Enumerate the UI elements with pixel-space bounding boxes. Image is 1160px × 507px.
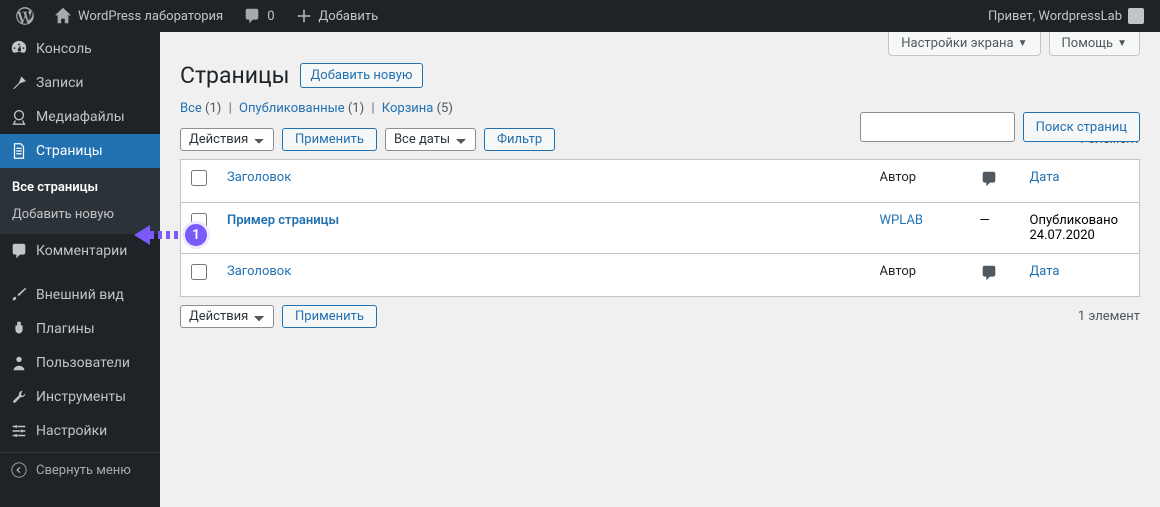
comment-icon: [243, 7, 261, 25]
sidebar-item-pages[interactable]: Страницы: [0, 134, 160, 168]
filter-trash-count: (5): [437, 101, 453, 116]
col-title-header[interactable]: Заголовок: [217, 160, 870, 203]
user-greeting[interactable]: Привет, WordpressLab: [980, 0, 1152, 32]
col-author-footer[interactable]: Автор: [870, 254, 970, 297]
site-name-link[interactable]: WordPress лаборатория: [46, 0, 231, 32]
arrow-left-icon: [134, 223, 184, 247]
sidebar-item-label: Комментарии: [36, 243, 127, 259]
sidebar-item-tools[interactable]: Инструменты: [0, 380, 160, 414]
wp-logo[interactable]: [8, 0, 42, 32]
annotation-pointer: 1: [134, 221, 210, 249]
admin-sidebar: Консоль Записи Медиафайлы Страницы Все с…: [0, 32, 160, 507]
row-date: Опубликовано 24.07.2020: [1020, 203, 1140, 254]
help-button[interactable]: Помощь ▼: [1049, 32, 1140, 56]
screen-options-button[interactable]: Настройки экрана ▼: [888, 32, 1040, 56]
comments-link[interactable]: 0: [235, 0, 282, 32]
search-button[interactable]: Поиск страниц: [1023, 112, 1140, 142]
bulk-actions-select-bottom[interactable]: Действия: [180, 305, 274, 328]
collapse-label: Свернуть меню: [36, 463, 131, 478]
sidebar-item-label: Медиафайлы: [36, 109, 125, 125]
sidebar-item-posts[interactable]: Записи: [0, 66, 160, 100]
home-icon: [54, 7, 72, 25]
brush-icon: [10, 286, 28, 304]
page-title: Страницы: [180, 62, 290, 89]
sidebar-item-label: Внешний вид: [36, 287, 124, 303]
sidebar-item-settings[interactable]: Настройки: [0, 414, 160, 448]
filter-all[interactable]: Все: [180, 101, 202, 116]
comments-count: 0: [267, 9, 274, 24]
col-date-footer[interactable]: Дата: [1020, 254, 1140, 297]
user-icon: [10, 354, 28, 372]
row-title-link[interactable]: Пример страницы: [227, 213, 339, 228]
greeting-text: Привет, WordpressLab: [988, 9, 1122, 24]
admin-bar: WordPress лаборатория 0 Добавить Привет,…: [0, 0, 1160, 32]
filter-published[interactable]: Опубликованные: [239, 101, 345, 116]
search-input[interactable]: [860, 112, 1015, 142]
sidebar-item-label: Консоль: [36, 41, 92, 57]
bulk-actions-select[interactable]: Действия: [180, 128, 274, 151]
col-comments-footer[interactable]: [970, 254, 1020, 297]
chevron-down-icon: ▼: [1018, 38, 1028, 49]
sidebar-item-label: Настройки: [36, 423, 107, 439]
pin-icon: [10, 74, 28, 92]
collapse-icon: [10, 461, 28, 479]
filter-published-count: (1): [348, 101, 364, 116]
sidebar-item-users[interactable]: Пользователи: [0, 346, 160, 380]
comment-icon: [980, 170, 998, 188]
sidebar-item-label: Пользователи: [36, 355, 130, 371]
sidebar-item-label: Инструменты: [36, 389, 126, 405]
apply-button[interactable]: Применить: [282, 128, 377, 151]
dashboard-icon: [10, 40, 28, 58]
sidebar-item-label: Записи: [36, 75, 84, 91]
row-author-link[interactable]: WPLAB: [880, 213, 923, 228]
wrench-icon: [10, 388, 28, 406]
apply-button-bottom[interactable]: Применить: [282, 305, 377, 328]
comment-icon: [10, 242, 28, 260]
pages-table: Заголовок Автор Дата Пример страницы WPL…: [180, 159, 1140, 297]
page-icon: [10, 142, 28, 160]
avatar: [1128, 8, 1144, 24]
plugin-icon: [10, 320, 28, 338]
add-new-text: Добавить: [319, 9, 379, 24]
add-new-button[interactable]: Добавить новую: [300, 63, 424, 88]
date-filter-select[interactable]: Все даты: [385, 128, 476, 151]
col-title-footer[interactable]: Заголовок: [217, 254, 870, 297]
row-comments: —: [970, 203, 1020, 254]
col-comments-header[interactable]: [970, 160, 1020, 203]
comment-icon: [980, 264, 998, 282]
filter-button[interactable]: Фильтр: [484, 128, 555, 151]
sidebar-item-media[interactable]: Медиафайлы: [0, 100, 160, 134]
chevron-down-icon: ▼: [1117, 38, 1127, 49]
sidebar-item-label: Плагины: [36, 321, 95, 337]
help-label: Помощь: [1062, 36, 1114, 51]
collapse-menu[interactable]: Свернуть меню: [0, 452, 160, 487]
col-date-header[interactable]: Дата: [1020, 160, 1140, 203]
add-new-link[interactable]: Добавить: [287, 0, 387, 32]
wordpress-icon: [16, 7, 34, 25]
sidebar-item-appearance[interactable]: Внешний вид: [0, 278, 160, 312]
filter-all-count: (1): [205, 101, 221, 116]
items-count-bottom: 1 элемент: [1078, 309, 1140, 324]
filter-trash[interactable]: Корзина: [382, 101, 434, 116]
site-name-text: WordPress лаборатория: [78, 9, 223, 24]
plus-icon: [295, 7, 313, 25]
select-all-checkbox-bottom[interactable]: [191, 264, 207, 280]
media-icon: [10, 108, 28, 126]
screen-options-label: Настройки экрана: [901, 36, 1013, 51]
sliders-icon: [10, 422, 28, 440]
sidebar-item-dashboard[interactable]: Консоль: [0, 32, 160, 66]
col-author-header[interactable]: Автор: [870, 160, 970, 203]
content-area: Настройки экрана ▼ Помощь ▼ Страницы Доб…: [160, 32, 1160, 507]
table-row: Пример страницы WPLAB — Опубликовано 24.…: [181, 203, 1140, 254]
sidebar-item-plugins[interactable]: Плагины: [0, 312, 160, 346]
annotation-badge: 1: [182, 221, 210, 249]
select-all-checkbox[interactable]: [191, 170, 207, 186]
submenu-all-pages[interactable]: Все страницы: [0, 174, 160, 201]
sidebar-item-label: Страницы: [36, 143, 103, 159]
